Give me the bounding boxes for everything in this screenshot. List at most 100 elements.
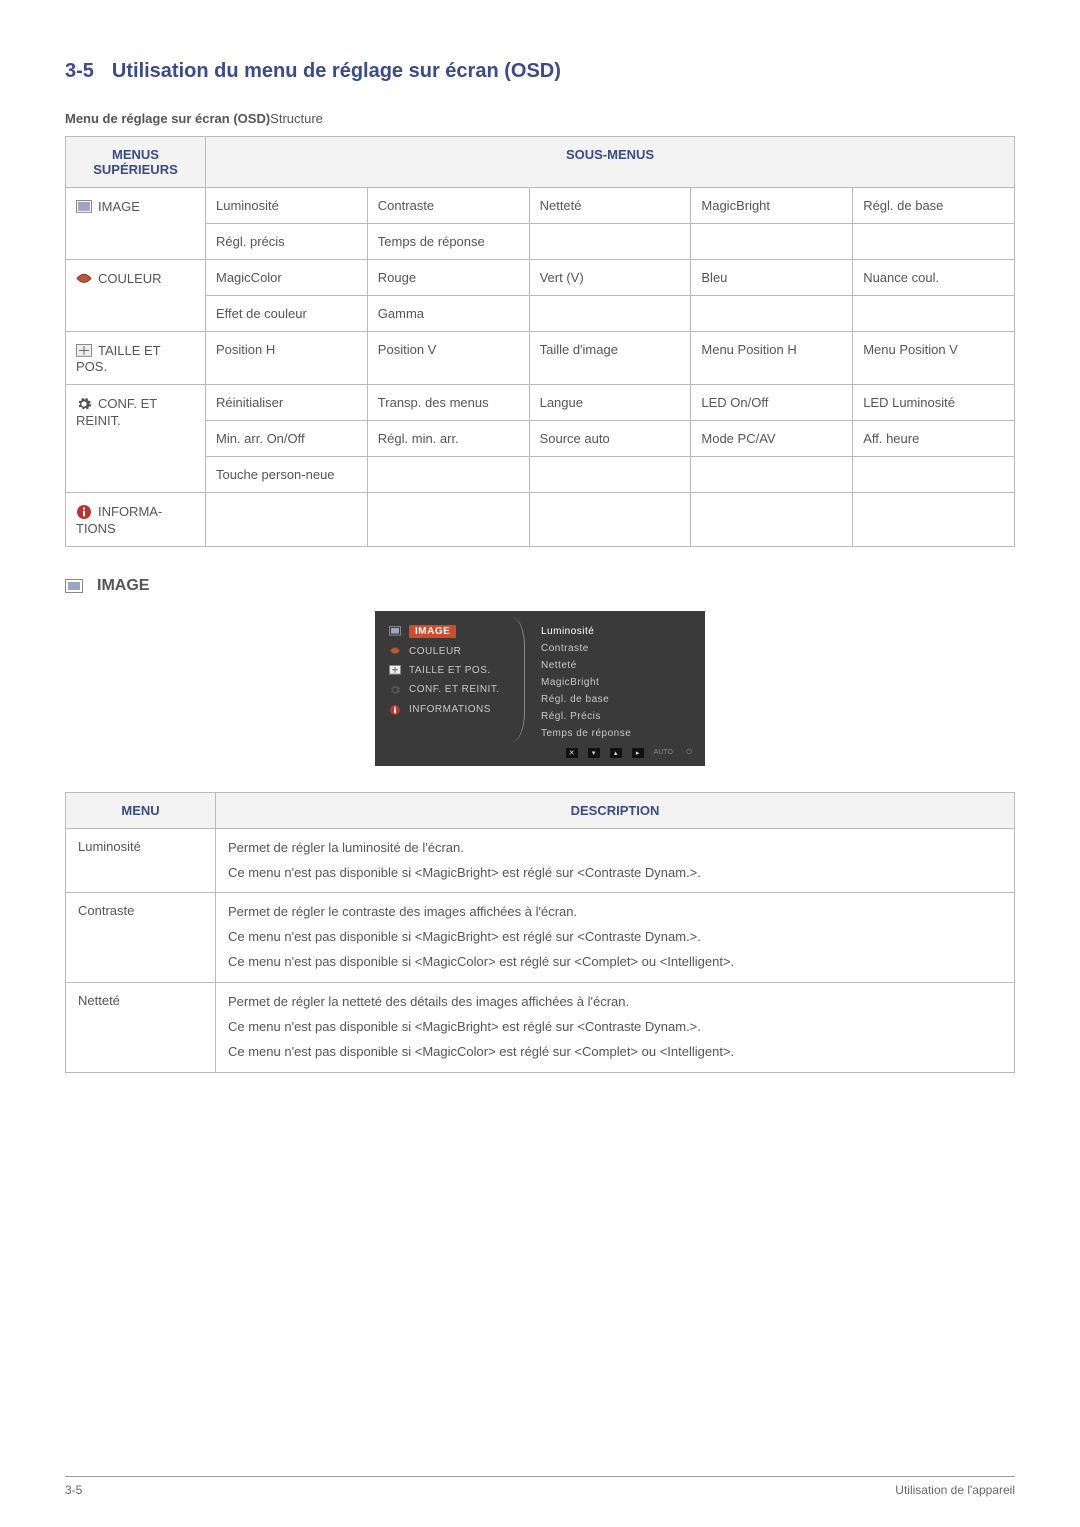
osd-right-item: Luminosité — [541, 623, 695, 640]
upper-menu-cell: COULEUR — [66, 260, 206, 332]
size-icon — [389, 665, 401, 675]
submenu-cell: Taille d'image — [529, 332, 691, 385]
structure-subheading-rest: Structure — [270, 111, 323, 126]
submenu-cell: Gamma — [367, 296, 529, 332]
submenu-cell: Bleu — [691, 260, 853, 296]
osd-left-label: IMAGE — [409, 625, 456, 638]
upper-menu-cell: TAILLE ET POS. — [66, 332, 206, 385]
submenu-cell — [691, 296, 853, 332]
desc-line: Permet de régler la luminosité de l'écra… — [228, 839, 1002, 858]
submenu-cell: Transp. des menus — [367, 385, 529, 421]
upper-menu-cell: CONF. ET REINIT. — [66, 385, 206, 493]
submenu-cell — [853, 296, 1015, 332]
desc-line: Ce menu n'est pas disponible si <MagicBr… — [228, 928, 1002, 947]
osd-footer: ✕ ▾ ▴ ▸ AUTO ⏻ — [375, 748, 705, 762]
osd-close-icon: ✕ — [566, 748, 578, 758]
osd-right-item: Régl. Précis — [541, 708, 695, 725]
osd-left-label: CONF. ET REINIT. — [409, 684, 500, 695]
submenu-cell: Aff. heure — [853, 421, 1015, 457]
osd-right-item: Temps de réponse — [541, 725, 695, 742]
submenu-cell: Min. arr. On/Off — [206, 421, 368, 457]
desc-menu-cell: Netteté — [66, 982, 216, 1072]
upper-menu-label: COULEUR — [98, 271, 162, 286]
desc-line: Ce menu n'est pas disponible si <MagicCo… — [228, 953, 1002, 972]
desc-line: Permet de régler la netteté des détails … — [228, 993, 1002, 1012]
image-heading-text: IMAGE — [97, 577, 149, 595]
osd-right-item: Netteté — [541, 657, 695, 674]
submenu-cell: Réinitialiser — [206, 385, 368, 421]
osd-preview: IMAGE COULEUR TAILLE ET POS. CONF. ET REINI… — [375, 611, 705, 766]
submenu-cell: Luminosité — [206, 188, 368, 224]
submenu-cell: Régl. de base — [853, 188, 1015, 224]
osd-left-panel: IMAGE COULEUR TAILLE ET POS. CONF. ET REINI… — [375, 611, 525, 748]
desc-text-cell: Permet de régler la netteté des détails … — [216, 982, 1015, 1072]
submenu-cell: Effet de couleur — [206, 296, 368, 332]
osd-up-icon: ▴ — [610, 748, 622, 758]
submenu-cell: Rouge — [367, 260, 529, 296]
structure-header-upper: MENUS SUPÉRIEURS — [66, 137, 206, 188]
submenu-cell — [853, 457, 1015, 493]
submenu-cell: Nuance coul. — [853, 260, 1015, 296]
footer-left: 3-5 — [65, 1483, 82, 1497]
submenu-cell: Mode PC/AV — [691, 421, 853, 457]
submenu-cell: Position V — [367, 332, 529, 385]
submenu-cell: Contraste — [367, 188, 529, 224]
page-footer: 3-5 Utilisation de l'appareil — [65, 1476, 1015, 1497]
submenu-cell — [691, 457, 853, 493]
size-icon — [76, 344, 92, 357]
upper-menu-label: IMAGE — [98, 199, 140, 214]
submenu-cell: MagicBright — [691, 188, 853, 224]
osd-right-item: Régl. de base — [541, 691, 695, 708]
structure-table: MENUS SUPÉRIEURS SOUS-MENUS IMAGE Luminos… — [65, 136, 1015, 547]
upper-menu-cell: IMAGE — [66, 188, 206, 260]
submenu-cell: Vert (V) — [529, 260, 691, 296]
gear-icon — [389, 684, 401, 696]
submenu-cell — [691, 224, 853, 260]
osd-left-item: IMAGE — [375, 621, 525, 642]
info-icon — [389, 704, 401, 716]
submenu-cell — [853, 224, 1015, 260]
submenu-cell: LED On/Off — [691, 385, 853, 421]
osd-right-panel: LuminositéContrasteNettetéMagicBrightRég… — [525, 611, 705, 748]
osd-right-icon: ▸ — [632, 748, 644, 758]
desc-line: Ce menu n'est pas disponible si <MagicBr… — [228, 864, 1002, 883]
submenu-cell — [367, 493, 529, 547]
color-icon — [389, 646, 401, 656]
footer-right: Utilisation de l'appareil — [895, 1483, 1015, 1497]
info-icon — [76, 504, 92, 520]
image-heading: IMAGE — [65, 577, 1015, 595]
image-icon — [65, 579, 83, 593]
submenu-cell — [367, 457, 529, 493]
submenu-cell: LED Luminosité — [853, 385, 1015, 421]
osd-auto-label: AUTO — [654, 749, 673, 756]
submenu-cell: Netteté — [529, 188, 691, 224]
submenu-cell: Menu Position H — [691, 332, 853, 385]
structure-header-sub: SOUS-MENUS — [206, 137, 1015, 188]
osd-left-item: COULEUR — [375, 642, 525, 661]
osd-left-item: TAILLE ET POS. — [375, 661, 525, 680]
osd-down-icon: ▾ — [588, 748, 600, 758]
section-title: 3-5 Utilisation du menu de réglage sur éc… — [65, 60, 1015, 83]
desc-header-desc: DESCRIPTION — [216, 792, 1015, 828]
submenu-cell: Touche person-neue — [206, 457, 368, 493]
submenu-cell: Source auto — [529, 421, 691, 457]
osd-right-item: Contraste — [541, 640, 695, 657]
image-icon — [389, 626, 401, 636]
osd-power-icon: ⏻ — [683, 748, 695, 758]
submenu-cell — [529, 493, 691, 547]
submenu-cell — [529, 296, 691, 332]
submenu-cell: Langue — [529, 385, 691, 421]
submenu-cell — [529, 457, 691, 493]
section-title-text: Utilisation du menu de réglage sur écran… — [112, 60, 561, 82]
osd-left-item: INFORMATIONS — [375, 700, 525, 720]
section-number: 3-5 — [65, 60, 94, 82]
desc-menu-cell: Luminosité — [66, 828, 216, 893]
submenu-cell — [206, 493, 368, 547]
osd-left-item: CONF. ET REINIT. — [375, 680, 525, 700]
osd-left-label: COULEUR — [409, 646, 461, 657]
description-table: MENU DESCRIPTION LuminositéPermet de rég… — [65, 792, 1015, 1073]
submenu-cell: Régl. précis — [206, 224, 368, 260]
structure-subheading-bold: Menu de réglage sur écran (OSD) — [65, 111, 270, 126]
desc-line: Ce menu n'est pas disponible si <MagicCo… — [228, 1043, 1002, 1062]
desc-text-cell: Permet de régler la luminosité de l'écra… — [216, 828, 1015, 893]
